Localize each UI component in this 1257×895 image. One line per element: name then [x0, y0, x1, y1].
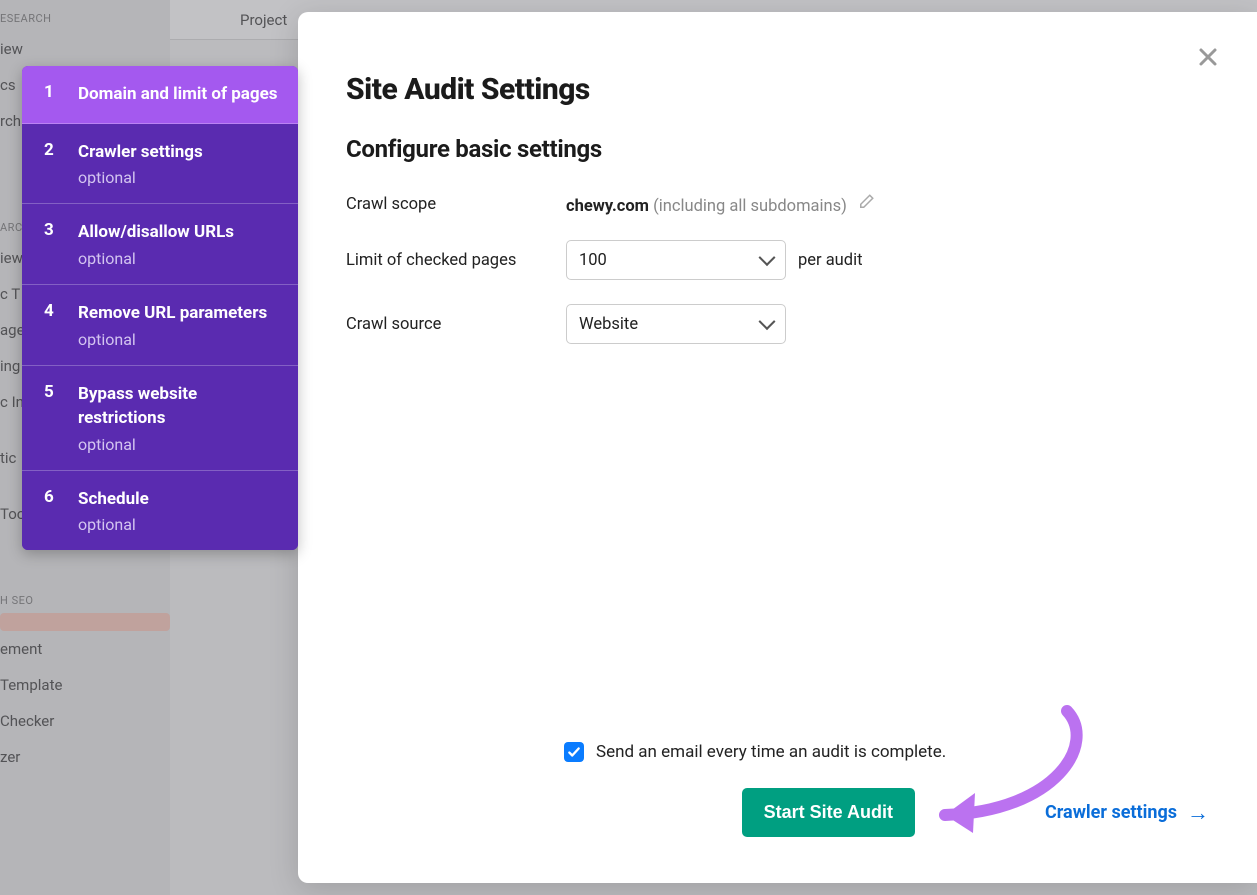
crawl-source-row: Crawl source Website: [346, 304, 1209, 344]
email-notify-row: Send an email every time an audit is com…: [564, 742, 1209, 762]
step-title: Crawler settings: [78, 140, 203, 165]
pencil-icon: [857, 193, 875, 211]
email-notify-label: Send an email every time an audit is com…: [596, 742, 946, 762]
limit-pages-value: 100: [579, 251, 607, 270]
step-domain-limit[interactable]: 1 Domain and limit of pages: [22, 66, 298, 124]
check-icon: [567, 745, 581, 759]
limit-pages-suffix: per audit: [798, 251, 863, 270]
settings-stepper: 1 Domain and limit of pages 2 Crawler se…: [22, 66, 298, 550]
modal-title: Site Audit Settings: [346, 72, 1209, 107]
step-remove-url-parameters[interactable]: 4 Remove URL parameters optional: [22, 285, 298, 366]
site-audit-settings-modal: Site Audit Settings Configure basic sett…: [298, 12, 1257, 883]
crawl-source-label: Crawl source: [346, 315, 566, 334]
email-notify-checkbox[interactable]: [564, 742, 584, 762]
crawler-settings-link[interactable]: Crawler settings →: [1045, 800, 1209, 826]
step-number: 2: [44, 140, 60, 188]
modal-footer: Send an email every time an audit is com…: [346, 742, 1209, 837]
step-optional-label: optional: [78, 249, 234, 268]
limit-pages-row: Limit of checked pages 100 per audit: [346, 240, 1209, 280]
crawl-scope-row: Crawl scope chewy.com (including all sub…: [346, 193, 1209, 216]
step-optional-label: optional: [78, 435, 280, 454]
edit-crawl-scope-button[interactable]: [857, 193, 875, 211]
step-optional-label: optional: [78, 168, 203, 187]
step-allow-disallow-urls[interactable]: 3 Allow/disallow URLs optional: [22, 204, 298, 285]
step-number: 3: [44, 220, 60, 268]
step-crawler-settings[interactable]: 2 Crawler settings optional: [22, 124, 298, 205]
step-number: 6: [44, 487, 60, 535]
step-number: 4: [44, 301, 60, 349]
close-icon: [1198, 47, 1218, 67]
crawl-scope-note: (including all subdomains): [653, 197, 847, 216]
start-site-audit-button[interactable]: Start Site Audit: [742, 788, 915, 837]
limit-pages-select[interactable]: 100: [566, 240, 786, 280]
modal-actions: Start Site Audit Crawler settings →: [346, 788, 1209, 837]
step-bypass-restrictions[interactable]: 5 Bypass website restrictions optional: [22, 366, 298, 471]
modal-subtitle: Configure basic settings: [346, 135, 1209, 163]
step-optional-label: optional: [78, 330, 267, 349]
step-title: Schedule: [78, 487, 149, 512]
step-title: Bypass website restrictions: [78, 382, 280, 431]
step-optional-label: optional: [78, 515, 149, 534]
step-title: Remove URL parameters: [78, 301, 267, 326]
crawl-scope-domain: chewy.com: [566, 197, 649, 216]
limit-pages-label: Limit of checked pages: [346, 251, 566, 270]
step-schedule[interactable]: 6 Schedule optional: [22, 471, 298, 551]
settings-form: Crawl scope chewy.com (including all sub…: [346, 193, 1209, 344]
crawl-source-select[interactable]: Website: [566, 304, 786, 344]
close-button[interactable]: [1193, 42, 1223, 72]
crawl-scope-label: Crawl scope: [346, 195, 566, 214]
crawl-scope-value: chewy.com (including all subdomains): [566, 193, 875, 216]
step-number: 1: [44, 82, 60, 107]
crawl-source-value: Website: [579, 315, 638, 334]
step-number: 5: [44, 382, 60, 454]
step-title: Domain and limit of pages: [78, 82, 278, 107]
crawler-settings-link-label: Crawler settings: [1045, 802, 1177, 823]
step-title: Allow/disallow URLs: [78, 220, 234, 245]
arrow-right-icon: →: [1187, 800, 1209, 826]
